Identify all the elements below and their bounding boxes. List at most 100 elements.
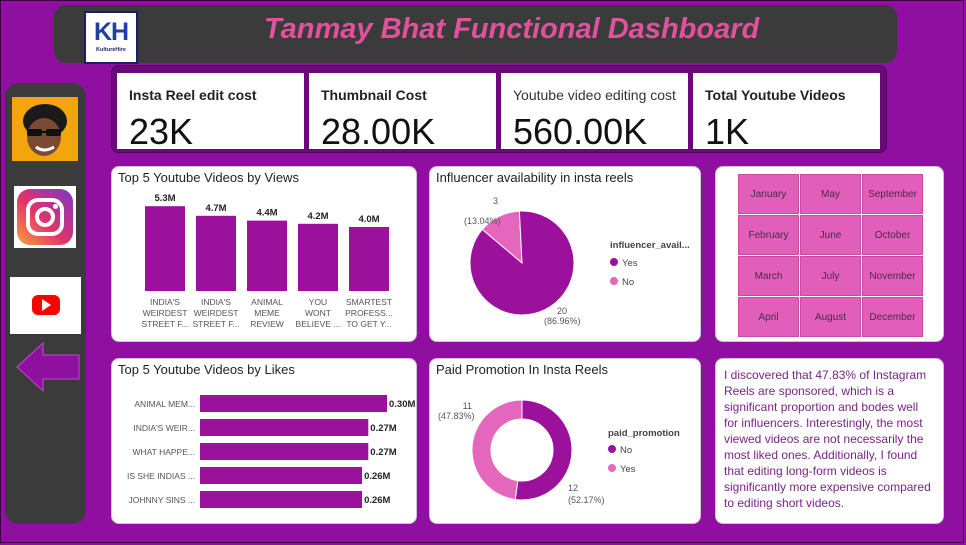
data-label: 4.0M [358, 214, 379, 225]
kpi-label: Total Youtube Videos [705, 87, 846, 103]
influencer-chart-card[interactable]: Influencer availability in insta reels 3… [429, 166, 701, 342]
data-label: 0.26M [364, 495, 390, 506]
kpi-card-insta-edit: Insta Reel edit cost 23K [117, 73, 304, 152]
legend-marker [608, 464, 616, 472]
slice-pct-label: (52.17%) [568, 495, 605, 505]
kpi-card-total-videos: Total Youtube Videos 1K [693, 73, 880, 152]
kpi-row: Insta Reel edit cost 23K Thumbnail Cost … [111, 65, 887, 153]
legend-marker [610, 258, 618, 266]
bar [247, 220, 287, 291]
month-option-july[interactable]: July [800, 256, 861, 296]
kpi-value: 23K [129, 111, 194, 152]
month-option-may[interactable]: May [800, 174, 861, 214]
kpi-label: Insta Reel edit cost [129, 87, 257, 103]
legend-label: Yes [622, 258, 638, 269]
promotion-chart-card[interactable]: Paid Promotion In Insta Reels 11 (47.83%)… [429, 358, 701, 524]
tick-label: INDIA'S [150, 297, 180, 307]
kpi-label: Youtube video editing cost [513, 87, 676, 103]
bar [145, 206, 185, 291]
influencer-pie-chart: 3 (13.04%) 20(86.96%) influencer_avail... Ye… [464, 196, 690, 326]
bar [196, 215, 236, 291]
tick-label: JOHNNY SINS ... [129, 495, 195, 505]
views-chart-card[interactable]: Top 5 Youtube Videos by Views 5.3M INDIA'… [111, 166, 417, 342]
month-option-june[interactable]: June [800, 215, 861, 255]
tick-label: ANIMAL MEM... [134, 399, 195, 409]
tick-label: WEIRDEST [194, 308, 239, 318]
data-label: 0.26M [364, 471, 390, 482]
month-option-march[interactable]: March [738, 256, 799, 296]
kulturehire-logo: KH KultureHire [84, 11, 138, 64]
legend-title: influencer_avail... [610, 240, 690, 251]
tick-label: REVIEW [250, 319, 284, 329]
data-label: 0.27M [370, 423, 396, 434]
legend-marker [608, 445, 616, 453]
tick-label: BELIEVE ... [296, 319, 341, 329]
slice-value-label: 20 [557, 306, 567, 316]
likes-chart-card[interactable]: Top 5 Youtube Videos by Likes ANIMAL MEM… [111, 358, 417, 524]
header-bar: KH KultureHire Tanmay Bhat Functional Da… [54, 5, 897, 64]
instagram-icon[interactable] [14, 186, 76, 248]
sidebar [5, 83, 86, 524]
kpi-value: 560.00K [513, 111, 648, 152]
month-option-february[interactable]: February [738, 215, 799, 255]
bar [200, 419, 369, 436]
tick-label: IS SHE INDIAS ... [127, 471, 195, 481]
bar [200, 467, 363, 484]
tick-label: ANIMAL [251, 297, 283, 307]
bar [200, 443, 369, 460]
bar [298, 223, 338, 291]
tick-label: YOU [309, 297, 327, 307]
data-label: 5.3M [154, 193, 175, 204]
insight-card: I discovered that 47.83% of Instagram Re… [715, 358, 944, 524]
back-arrow-icon[interactable] [15, 339, 81, 395]
slice-pct-label: (86.96%) [544, 316, 581, 326]
month-option-august[interactable]: August [800, 297, 861, 337]
legend-marker [610, 277, 618, 285]
bar [200, 395, 387, 412]
legend-title: paid_promotion [608, 428, 680, 439]
data-label: 0.27M [370, 447, 396, 458]
avatar[interactable] [12, 97, 78, 161]
slice-pct-label: (47.83%) [438, 411, 475, 421]
views-bar-chart: 5.3MINDIA'SWEIRDESTSTREET F...4.7MINDIA'… [141, 193, 393, 329]
legend-label: Yes [620, 464, 636, 475]
month-option-january[interactable]: January [738, 174, 799, 214]
month-option-september[interactable]: September [862, 174, 923, 214]
data-label: 4.7M [205, 203, 226, 214]
data-label: 4.4M [256, 208, 277, 219]
legend-label: No [622, 277, 634, 288]
kpi-value: 1K [705, 111, 750, 152]
bar [200, 491, 363, 508]
tick-label: PROFESS... [345, 308, 393, 318]
data-label: 0.30M [389, 399, 415, 410]
tick-label: STREET F... [141, 319, 188, 329]
tick-label: TO GET Y... [346, 319, 391, 329]
tick-label: INDIA'S [201, 297, 231, 307]
tick-label: WEIRDEST [143, 308, 188, 318]
donut-slice [471, 399, 523, 501]
logo-text: KH [93, 18, 129, 46]
likes-bar-chart: ANIMAL MEM... 0.30M INDIA'S WEIR... 0.27M WH… [127, 395, 415, 508]
slice-pct-label: (13.04%) [464, 216, 501, 226]
tick-label: WONT [305, 308, 331, 318]
kpi-value: 28.00K [321, 111, 436, 152]
tick-label: WHAT HAPPE... [132, 447, 195, 457]
tick-label: INDIA'S WEIR... [133, 423, 195, 433]
insight-text: I discovered that 47.83% of Instagram Re… [724, 368, 931, 510]
logo-subtext: KultureHire [96, 47, 126, 53]
kpi-card-thumbnail: Thumbnail Cost 28.00K [309, 73, 496, 152]
month-option-december[interactable]: December [862, 297, 923, 337]
youtube-icon[interactable] [10, 277, 81, 334]
donut-slice [514, 399, 573, 501]
month-option-october[interactable]: October [862, 215, 923, 255]
month-option-april[interactable]: April [738, 297, 799, 337]
data-label: 4.2M [307, 211, 328, 222]
tick-label: SMARTEST [346, 297, 392, 307]
month-slicer-card: January May September February June October Ma… [715, 166, 944, 342]
kpi-label: Thumbnail Cost [321, 87, 427, 103]
page-title: Tanmay Bhat Functional Dashboard [264, 13, 760, 45]
slice-value-label: 3 [493, 196, 498, 206]
promotion-donut-chart: 11(47.83%) 12 (52.17%) paid_promotion No Yes [438, 399, 680, 505]
month-option-november[interactable]: November [862, 256, 923, 296]
bar [349, 227, 389, 291]
